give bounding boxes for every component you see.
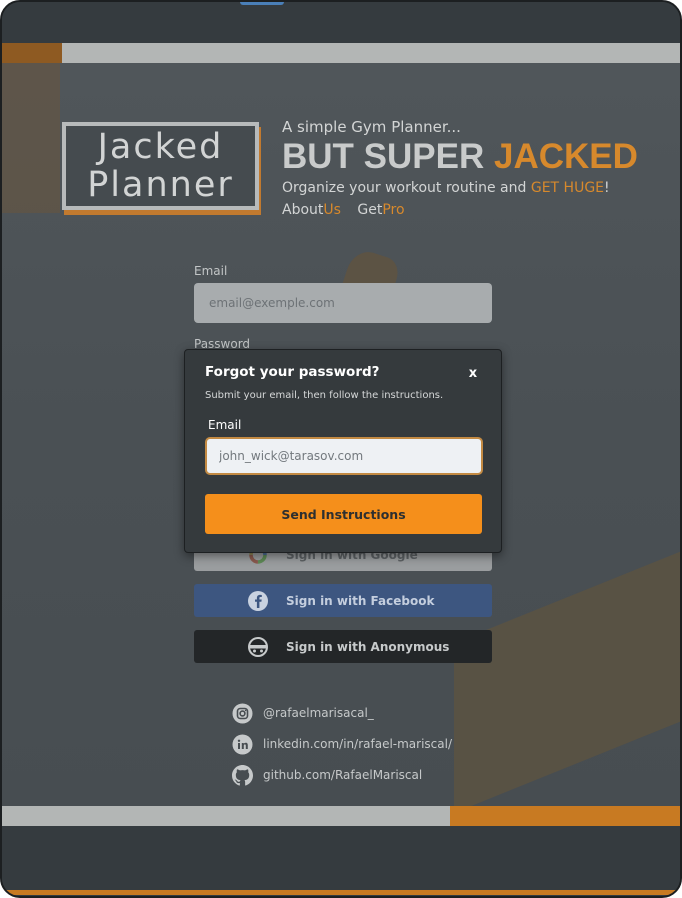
background-decoration (2, 63, 60, 213)
top-stripe-gray (62, 43, 680, 63)
hero-title: BUT SUPER JACKED (282, 136, 672, 178)
get-pro-link[interactable]: GetPro (357, 202, 404, 218)
about-link-text: About (282, 202, 324, 218)
facebook-signin-label: Sign in with Facebook (286, 593, 435, 608)
instagram-handle: @rafaelmarisacal_ (263, 706, 374, 720)
github-link[interactable]: github.com/RafaelMariscal (232, 764, 452, 786)
top-header-bar (2, 2, 680, 43)
anonymous-signin-label: Sign in with Anonymous (286, 639, 450, 654)
facebook-icon (247, 590, 269, 612)
facebook-signin-button[interactable]: Sign in with Facebook (194, 584, 492, 617)
instagram-link[interactable]: @rafaelmarisacal_ (232, 702, 452, 724)
hero-links: AboutUs GetPro (282, 202, 672, 218)
about-us-link[interactable]: AboutUs (282, 202, 341, 218)
linkedin-icon (232, 734, 253, 755)
modal-title: Forgot your password? (205, 364, 380, 380)
tagline-accent: GET HUGE (530, 180, 605, 196)
linkedin-url: linkedin.com/in/rafael-mariscal/ (263, 737, 453, 751)
logo-line-1: Jacked (97, 127, 224, 167)
app-frame: Jacked Planner A simple Gym Planner... B… (0, 0, 682, 898)
tagline-text: Organize your workout routine and (282, 180, 527, 196)
modal-subtitle: Submit your email, then follow the instr… (205, 390, 444, 401)
hero-title-main: BUT SUPER (282, 137, 485, 176)
social-links: @rafaelmarisacal_ linkedin.com/in/rafael… (232, 702, 452, 795)
hero-text: A simple Gym Planner... BUT SUPER JACKED… (282, 118, 672, 218)
modal-email-label: Email (208, 418, 242, 432)
instagram-icon (232, 703, 253, 724)
linkedin-link[interactable]: linkedin.com/in/rafael-mariscal/ (232, 733, 452, 755)
bottom-stripe-gray (2, 806, 450, 826)
get-link-accent: Pro (382, 202, 405, 218)
email-input[interactable] (194, 283, 492, 323)
about-link-accent: Us (323, 202, 341, 218)
logo: Jacked Planner (62, 122, 261, 215)
github-url: github.com/RafaelMariscal (263, 768, 423, 782)
close-button[interactable]: x (465, 364, 481, 382)
logo-line-2: Planner (87, 165, 234, 205)
email-label: Email (194, 264, 228, 278)
top-stripe-orange (2, 43, 62, 63)
hero-title-accent: JACKED (493, 137, 638, 176)
footer-accent-line (2, 890, 680, 895)
hero-subtitle: A simple Gym Planner... (282, 118, 461, 136)
get-link-text: Get (357, 202, 383, 218)
bottom-stripe-orange (450, 806, 680, 826)
footer-bar (2, 826, 680, 896)
logo-box: Jacked Planner (62, 122, 259, 210)
anonymous-signin-button[interactable]: Sign in with Anonymous (194, 630, 492, 663)
hero-tagline: Organize your workout routine and GET HU… (282, 178, 672, 198)
forgot-password-modal: Forgot your password? x Submit your emai… (184, 349, 502, 553)
reset-email-input[interactable] (205, 437, 483, 475)
tagline-end: ! (604, 180, 610, 196)
github-icon (232, 764, 253, 786)
header-accent (240, 2, 284, 5)
anonymous-icon (247, 636, 269, 658)
send-instructions-button[interactable]: Send Instructions (205, 494, 482, 534)
